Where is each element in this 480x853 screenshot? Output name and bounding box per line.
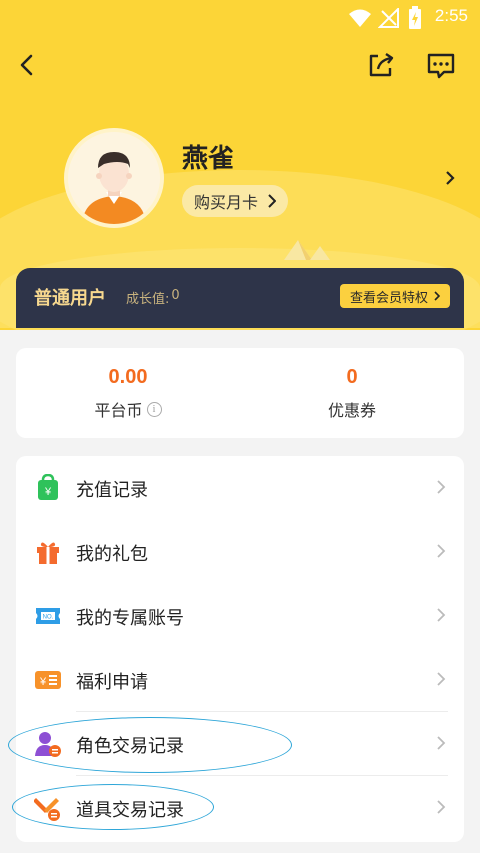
divider bbox=[76, 775, 448, 776]
coupon-value: 0 bbox=[346, 366, 358, 388]
coupon-label: 优惠券 bbox=[327, 401, 376, 420]
chevron-right-icon bbox=[437, 608, 446, 622]
ticket-no-icon: NO. bbox=[36, 608, 60, 624]
username: 燕雀 bbox=[182, 144, 235, 174]
back-arrow-icon[interactable] bbox=[10, 48, 44, 82]
signal-icon bbox=[378, 8, 399, 28]
menu-item-role-trade-records[interactable]: 角色交易记录 bbox=[16, 712, 464, 776]
message-icon[interactable] bbox=[424, 48, 458, 82]
chevron-right-icon bbox=[437, 672, 446, 686]
wallet-stats-card: 0.00 平台币 i 0 优惠券 bbox=[16, 348, 464, 438]
platform-coin-label: 平台币 bbox=[94, 401, 143, 420]
growth-label: 成长值: bbox=[126, 292, 170, 307]
menu-item-recharge-records[interactable]: ¥ 充值记录 bbox=[16, 456, 464, 520]
chevron-right-icon bbox=[437, 800, 446, 814]
chevron-right-icon bbox=[437, 736, 446, 750]
info-icon[interactable]: i bbox=[146, 401, 162, 417]
status-bar: 2:55 bbox=[0, 0, 480, 36]
menu-item-exclusive-account[interactable]: NO. 我的专属账号 bbox=[16, 584, 464, 648]
avatar[interactable] bbox=[64, 128, 164, 228]
view-vip-privileges-button[interactable]: 查看会员特权 bbox=[339, 284, 450, 308]
top-bar bbox=[0, 40, 480, 90]
menu-item-welfare-application[interactable]: ¥ 福利申请 bbox=[16, 648, 464, 712]
svg-text:¥: ¥ bbox=[44, 486, 52, 498]
buy-month-card-button[interactable]: 购买月卡 bbox=[182, 185, 289, 217]
coupon-stat[interactable]: 0 优惠券 bbox=[240, 348, 464, 438]
buy-month-card-label: 购买月卡 bbox=[194, 193, 259, 212]
membership-bar: 普通用户 成长值: 0 查看会员特权 bbox=[16, 268, 464, 328]
chevron-right-icon bbox=[437, 480, 446, 494]
menu-item-label: 我的礼包 bbox=[76, 544, 148, 565]
chevron-right-icon bbox=[437, 544, 446, 558]
menu-item-label: 我的专属账号 bbox=[76, 608, 184, 629]
vip-button-label: 查看会员特权 bbox=[349, 290, 428, 306]
battery-icon bbox=[409, 6, 421, 29]
status-time: 2:55 bbox=[434, 6, 468, 25]
wifi-icon bbox=[349, 9, 371, 27]
menu-item-item-trade-records[interactable]: 道具交易记录 bbox=[16, 776, 464, 840]
platform-coin-value: 0.00 bbox=[108, 366, 148, 388]
item-trade-icon bbox=[34, 798, 60, 821]
platform-coin-stat[interactable]: 0.00 平台币 i bbox=[16, 348, 240, 438]
menu-item-label: 福利申请 bbox=[76, 672, 148, 693]
growth-value-text: 成长值: 0 bbox=[126, 288, 180, 307]
growth-value: 0 bbox=[171, 288, 180, 303]
chevron-right-icon bbox=[268, 194, 277, 208]
chevron-right-icon bbox=[434, 291, 440, 301]
menu-item-my-gifts[interactable]: 我的礼包 bbox=[16, 520, 464, 584]
role-trade-icon bbox=[35, 732, 61, 757]
menu-item-label: 充值记录 bbox=[76, 480, 148, 501]
svg-text:¥: ¥ bbox=[39, 676, 47, 688]
menu-item-label: 角色交易记录 bbox=[76, 736, 184, 757]
menu-item-label: 道具交易记录 bbox=[76, 800, 184, 821]
welfare-yen-icon: ¥ bbox=[35, 671, 61, 689]
share-icon[interactable] bbox=[364, 48, 398, 82]
divider bbox=[76, 711, 448, 712]
member-level: 普通用户 bbox=[34, 288, 106, 309]
profile-detail-chevron-icon[interactable] bbox=[440, 166, 460, 190]
svg-text:NO.: NO. bbox=[43, 615, 54, 621]
recharge-bag-icon: ¥ bbox=[38, 474, 58, 500]
gift-icon bbox=[37, 542, 59, 564]
menu-list: ¥ 充值记录 我的礼包 NO. 我的专属账号 ¥ 福利申请 角色交易记录 道具交… bbox=[16, 456, 464, 842]
